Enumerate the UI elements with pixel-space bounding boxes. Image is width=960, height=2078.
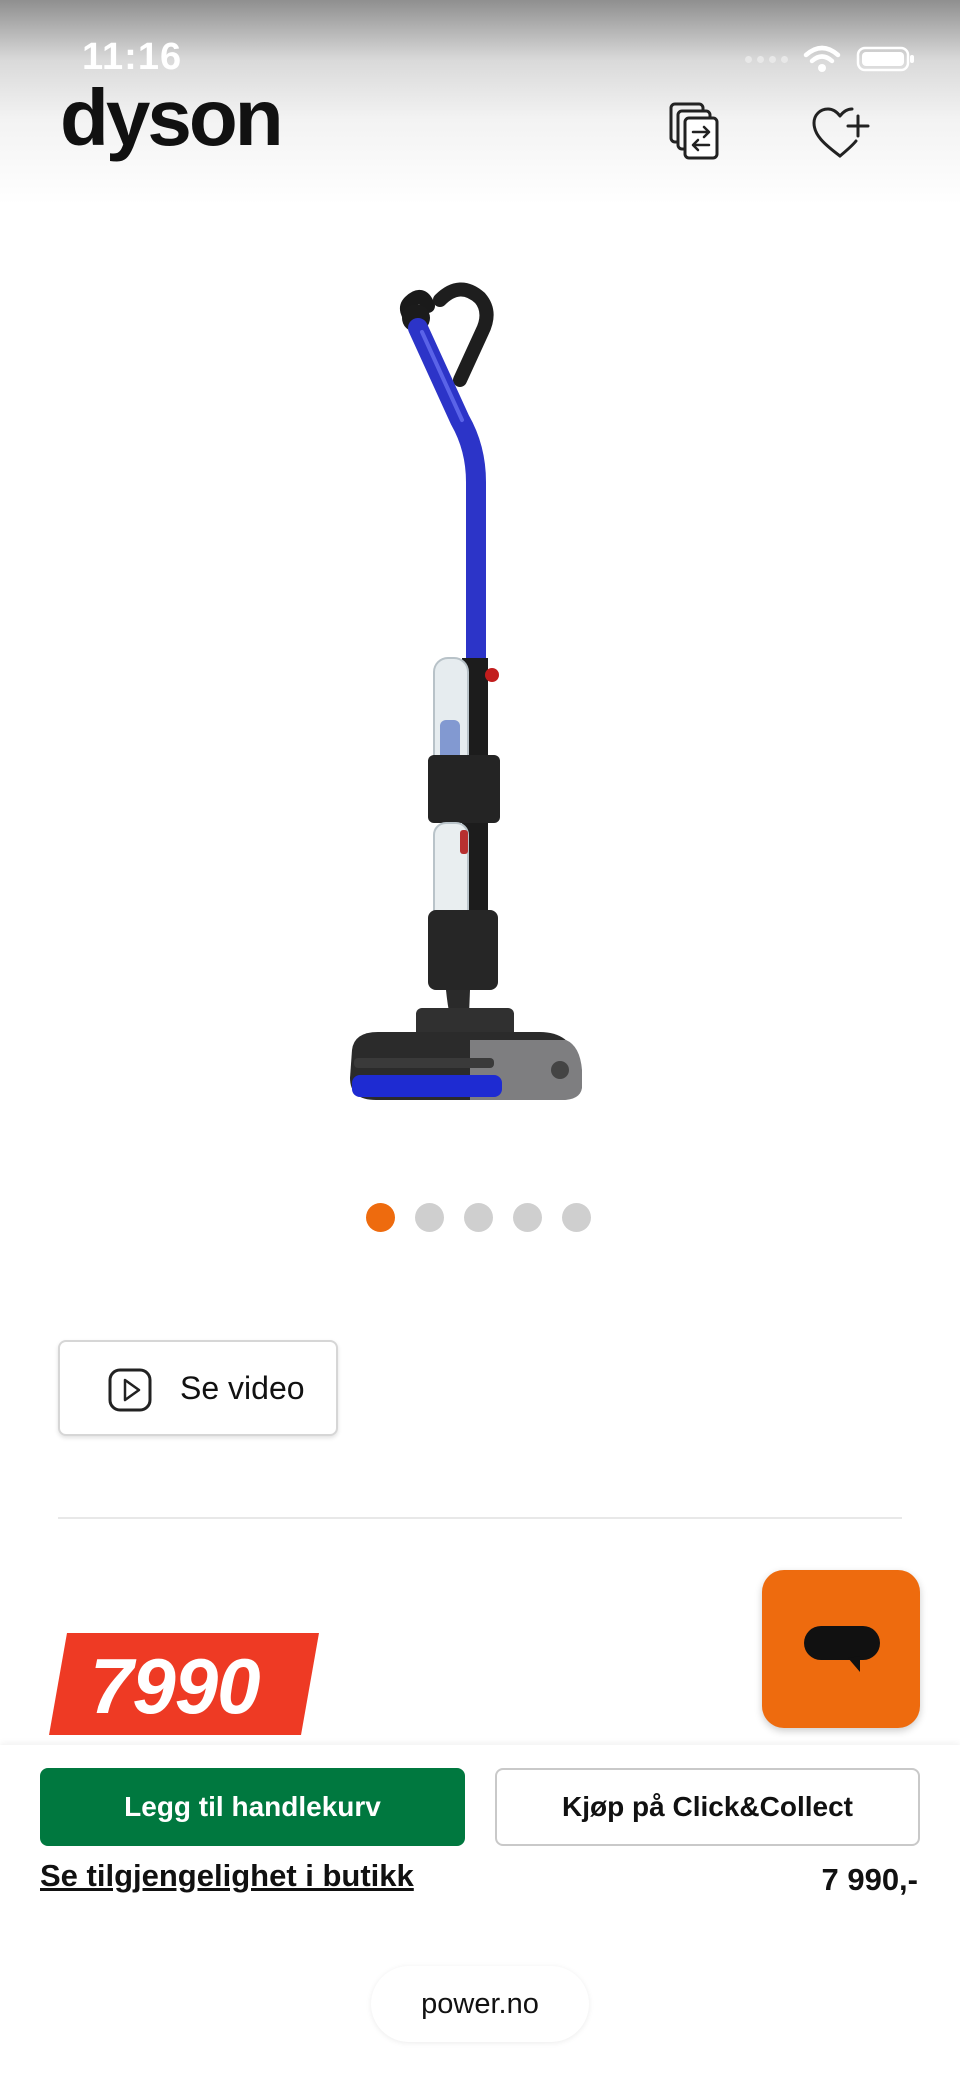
browser-url-bar[interactable]: power.no [371, 1966, 589, 2042]
status-icons [745, 44, 916, 74]
compare-icon[interactable] [663, 100, 727, 164]
carousel-dot-2[interactable] [415, 1203, 444, 1232]
product-image[interactable] [310, 270, 650, 1130]
play-icon [108, 1368, 152, 1412]
battery-icon [856, 46, 914, 72]
price-label: 7 990,- [821, 1862, 918, 1897]
watch-video-button[interactable]: Se video [58, 1340, 338, 1436]
carousel-dot-3[interactable] [464, 1203, 493, 1232]
store-availability-link[interactable]: Se tilgjengelighet i butikk [40, 1858, 414, 1894]
chat-button[interactable] [762, 1570, 920, 1728]
price-badge-value: 7990 [90, 1642, 261, 1730]
click-collect-button[interactable]: Kjøp på Click&Collect [495, 1768, 920, 1846]
add-to-cart-button[interactable]: Legg til handlekurv [40, 1768, 465, 1846]
wifi-icon [803, 45, 841, 72]
signal-icon [745, 55, 788, 63]
chat-icon [804, 1626, 880, 1672]
carousel-dot-5[interactable] [562, 1203, 591, 1232]
carousel-dot-1[interactable] [366, 1203, 395, 1232]
heart-plus-icon[interactable] [808, 100, 872, 164]
carousel-indicator [366, 1203, 591, 1232]
divider [58, 1517, 902, 1519]
video-label: Se video [180, 1370, 305, 1406]
brand-logo[interactable]: dyson [60, 78, 284, 158]
carousel-dot-4[interactable] [513, 1203, 542, 1232]
